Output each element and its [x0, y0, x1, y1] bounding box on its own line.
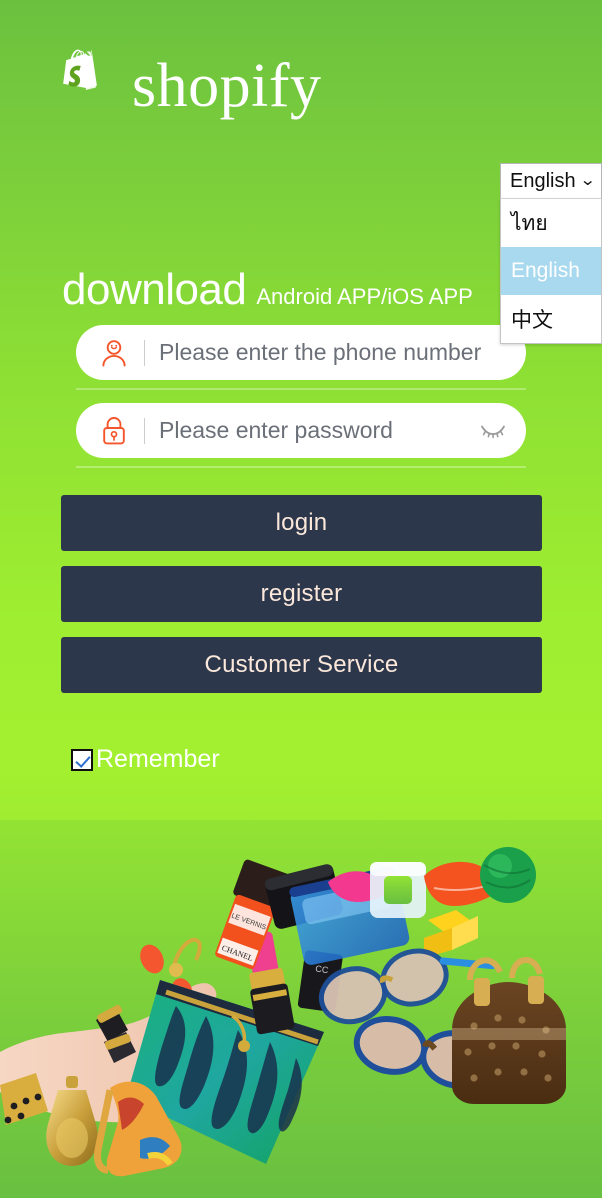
language-option-chinese[interactable]: 中文 — [501, 295, 601, 343]
shopify-bag-icon — [48, 46, 114, 126]
phone-field-block — [76, 325, 526, 390]
password-input[interactable] — [159, 417, 472, 444]
hero-collage-image: CC LE VERNIS CHANEL — [0, 820, 602, 1198]
phone-input[interactable] — [159, 339, 508, 366]
language-current-value: English — [510, 169, 576, 192]
green-textured-ball — [480, 847, 536, 903]
phone-field-underline — [76, 388, 526, 390]
password-field-underline — [76, 466, 526, 468]
language-option-thai[interactable]: ไทย — [501, 199, 601, 247]
register-button[interactable]: register — [61, 566, 542, 622]
headline-sub: Android APP/iOS APP — [256, 284, 473, 309]
lock-icon — [98, 415, 130, 447]
brand-wordmark: shopify — [132, 52, 322, 120]
language-selector[interactable]: English ⌄ ไทย English 中文 — [500, 163, 602, 344]
language-option-english[interactable]: English — [501, 247, 601, 295]
language-option-list[interactable]: ไทย English 中文 — [500, 199, 602, 344]
password-field[interactable] — [76, 403, 526, 458]
remember-checkbox-row[interactable]: Remember — [71, 747, 220, 772]
password-field-block — [76, 403, 526, 468]
phone-field[interactable] — [76, 325, 526, 380]
user-icon — [98, 337, 130, 369]
login-button[interactable]: login — [61, 495, 542, 551]
brand-logo: shopify — [48, 38, 322, 134]
remember-label: Remember — [96, 745, 220, 773]
remember-checkbox[interactable] — [71, 748, 93, 771]
field-divider — [144, 339, 145, 366]
chevron-down-icon: ⌄ — [578, 172, 596, 189]
language-select-box[interactable]: English ⌄ — [500, 163, 602, 199]
field-divider — [144, 417, 145, 444]
eye-off-icon[interactable] — [478, 416, 508, 446]
page-title: download Android APP/iOS APP — [62, 268, 473, 312]
svg-text:CC: CC — [315, 963, 330, 975]
customer-service-button[interactable]: Customer Service — [61, 637, 542, 693]
clear-cuff — [370, 862, 426, 918]
headline-main: download — [62, 265, 247, 314]
login-page: shopify English ⌄ ไทย English 中文 downloa… — [0, 0, 602, 1198]
